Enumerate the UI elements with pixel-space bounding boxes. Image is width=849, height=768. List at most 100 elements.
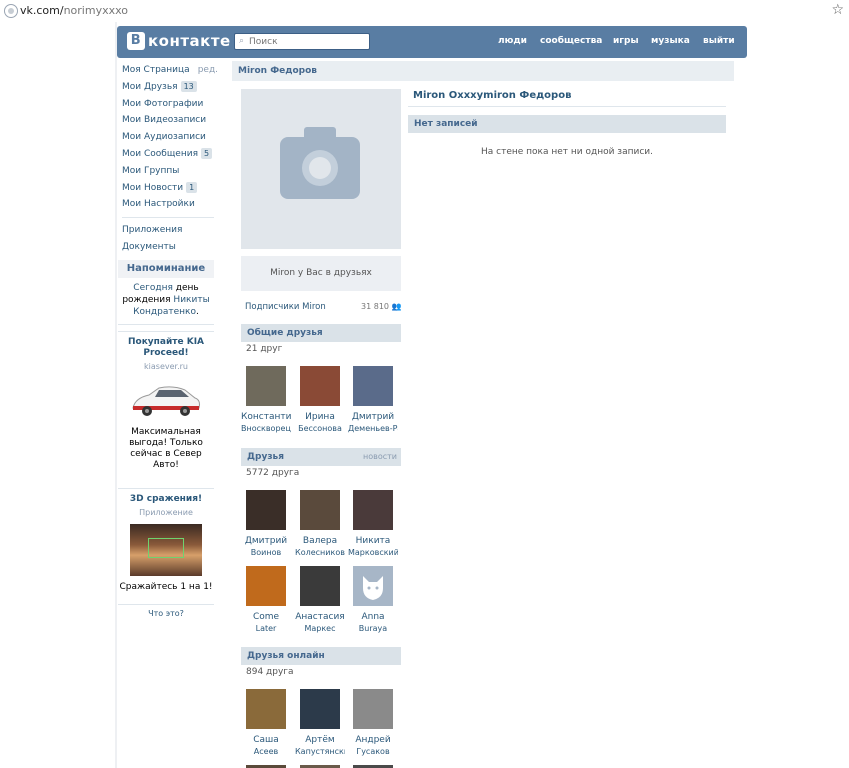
nav-people[interactable]: люди [498,36,527,46]
friend-first-name[interactable]: Дмитрий [241,536,291,547]
ad-3d-battles[interactable]: 3D сражения! Приложение Сражайтесь 1 на … [118,488,214,593]
nav-communities[interactable]: сообщества [540,36,602,46]
avatar[interactable] [353,689,393,729]
ad-domain: kiasever.ru [144,362,188,371]
ad-kia[interactable]: Покупайте KIA Proceed! kiasever.ru Макси… [118,331,214,471]
ad-text: Максимальная выгода! Только сейчас в Сев… [129,427,203,470]
friend-card[interactable]: Дмитрий Воинов [241,490,291,558]
menu-label: Мои Группы [122,165,180,176]
menu-videos[interactable]: Мои Видеозаписи [122,112,214,129]
friends-news-link[interactable]: новости [363,448,397,466]
friend-first-name[interactable]: Андрей [348,735,398,746]
friend-card[interactable]: Андрей Гусаков [348,689,398,757]
menu-label: Мои Аудиозаписи [122,132,206,143]
avatar[interactable] [246,490,286,530]
friend-first-name[interactable]: Артём [295,735,345,746]
menu-settings[interactable]: Мои Настройки [122,196,214,213]
menu-divider [122,217,214,219]
friends-online-header[interactable]: Друзья онлайн [241,647,401,665]
friend-card[interactable]: Артём Капустянский [295,689,345,757]
menu-my-page[interactable]: Моя Страница ред. [122,62,218,79]
friend-first-name[interactable]: Саша [241,735,291,746]
friend-card[interactable]: Дмитрий Деменьев-Радин [348,366,398,434]
url-path: norimyxxxo [63,4,129,17]
friend-last-name[interactable]: Воинов [241,547,291,558]
avatar[interactable] [300,366,340,406]
car-image [132,386,200,416]
friend-card[interactable]: Саша Асеев [241,689,291,757]
friend-last-name[interactable]: Later [241,623,291,634]
url-host: vk.com/ [20,4,64,17]
friend-first-name[interactable]: Никита [348,536,398,547]
menu-friends[interactable]: Мои Друзья 13 [122,79,214,96]
friend-first-name[interactable]: Дмитрий [348,412,398,423]
avatar[interactable] [353,366,393,406]
friend-first-name[interactable]: Anna [348,612,398,623]
friend-last-name[interactable]: Вноскворецкий [241,423,291,434]
friend-last-name[interactable]: Маркес [295,623,345,634]
game-image [130,524,202,576]
address-field[interactable]: vk.com/norimyxxxo [20,4,128,17]
avatar[interactable] [300,689,340,729]
name-divider [408,106,726,107]
menu-audio[interactable]: Мои Аудиозаписи [122,129,214,146]
nav-games[interactable]: игры [613,36,639,46]
common-friends-header[interactable]: Общие друзья [241,324,401,342]
friend-first-name[interactable]: Константин [241,412,291,423]
friend-status-button[interactable]: Miron у Вас в друзьях [241,256,401,291]
friend-last-name[interactable]: Buraya [348,623,398,634]
ads-what-is-this-link[interactable]: Что это? [118,604,214,618]
site-header: Вконтакте ⌕ люди сообщества игры музыка … [117,26,747,58]
friend-last-name[interactable]: Деменьев-Радин [348,423,398,434]
menu-documents[interactable]: Документы [122,239,214,256]
subscribers-count: 31 810 👥 [361,302,402,311]
avatar[interactable] [300,566,340,606]
edit-link[interactable]: ред. [198,65,218,75]
menu-groups[interactable]: Мои Группы [122,163,214,180]
nav-music[interactable]: музыка [651,36,690,46]
avatar[interactable] [246,566,286,606]
search-input[interactable] [249,34,364,49]
friend-last-name[interactable]: Гусаков [348,746,398,757]
ad-title[interactable]: Покупайте KIA Proceed! [118,337,214,359]
reminder-title: Напоминание [118,260,214,278]
subscribers-link[interactable]: Подписчики Miron [245,302,326,312]
menu-photos[interactable]: Мои Фотографии [122,96,214,113]
menu-news[interactable]: Мои Новости 1 [122,180,214,197]
friend-card[interactable]: Валера Колесников [295,490,345,558]
friend-last-name[interactable]: Асеев [241,746,291,757]
messages-count-badge: 5 [201,147,213,159]
browser-url-bar: vk.com/norimyxxxo ☆ [0,0,849,23]
friends-title[interactable]: Друзья [247,452,284,462]
ad-title[interactable]: 3D сражения! [118,494,214,505]
common-friends-count: 21 друг [246,344,283,354]
friend-last-name[interactable]: Колесников [295,547,345,558]
menu-apps[interactable]: Приложения [122,222,214,239]
friend-first-name[interactable]: Ирина [295,412,345,423]
friend-first-name[interactable]: Анастасия [295,612,345,623]
avatar[interactable] [246,366,286,406]
friend-first-name[interactable]: Come [241,612,291,623]
reminder-today-link[interactable]: Сегодня [133,283,173,293]
vk-logo[interactable]: Вконтакте [127,32,231,52]
nav-logout[interactable]: выйти [703,36,735,46]
friend-first-name[interactable]: Валера [295,536,345,547]
bookmark-star-icon[interactable]: ☆ [831,2,844,18]
friend-card[interactable]: Come Later [241,566,291,634]
friend-last-name[interactable]: Капустянский [295,746,345,757]
friend-card[interactable]: Anna Buraya [348,566,398,634]
friend-card[interactable]: Ирина Бессонова [295,366,345,434]
menu-messages[interactable]: Мои Сообщения 5 [122,146,214,163]
avatar[interactable] [353,490,393,530]
friend-last-name[interactable]: Бессонова [295,423,345,434]
friend-last-name[interactable]: Марковский [348,547,398,558]
avatar[interactable] [353,566,393,606]
avatar[interactable] [246,689,286,729]
friend-card[interactable]: Никита Марковский [348,490,398,558]
avatar[interactable] [300,490,340,530]
friend-card[interactable]: Анастасия Маркес [295,566,345,634]
dog-placeholder-icon [363,576,383,600]
menu-label: Мои Настройки [122,199,195,210]
friends-grid: Дмитрий Воинов Валера Колесников Никита … [241,490,401,640]
friend-card[interactable]: Константин Вноскворецкий [241,366,291,434]
